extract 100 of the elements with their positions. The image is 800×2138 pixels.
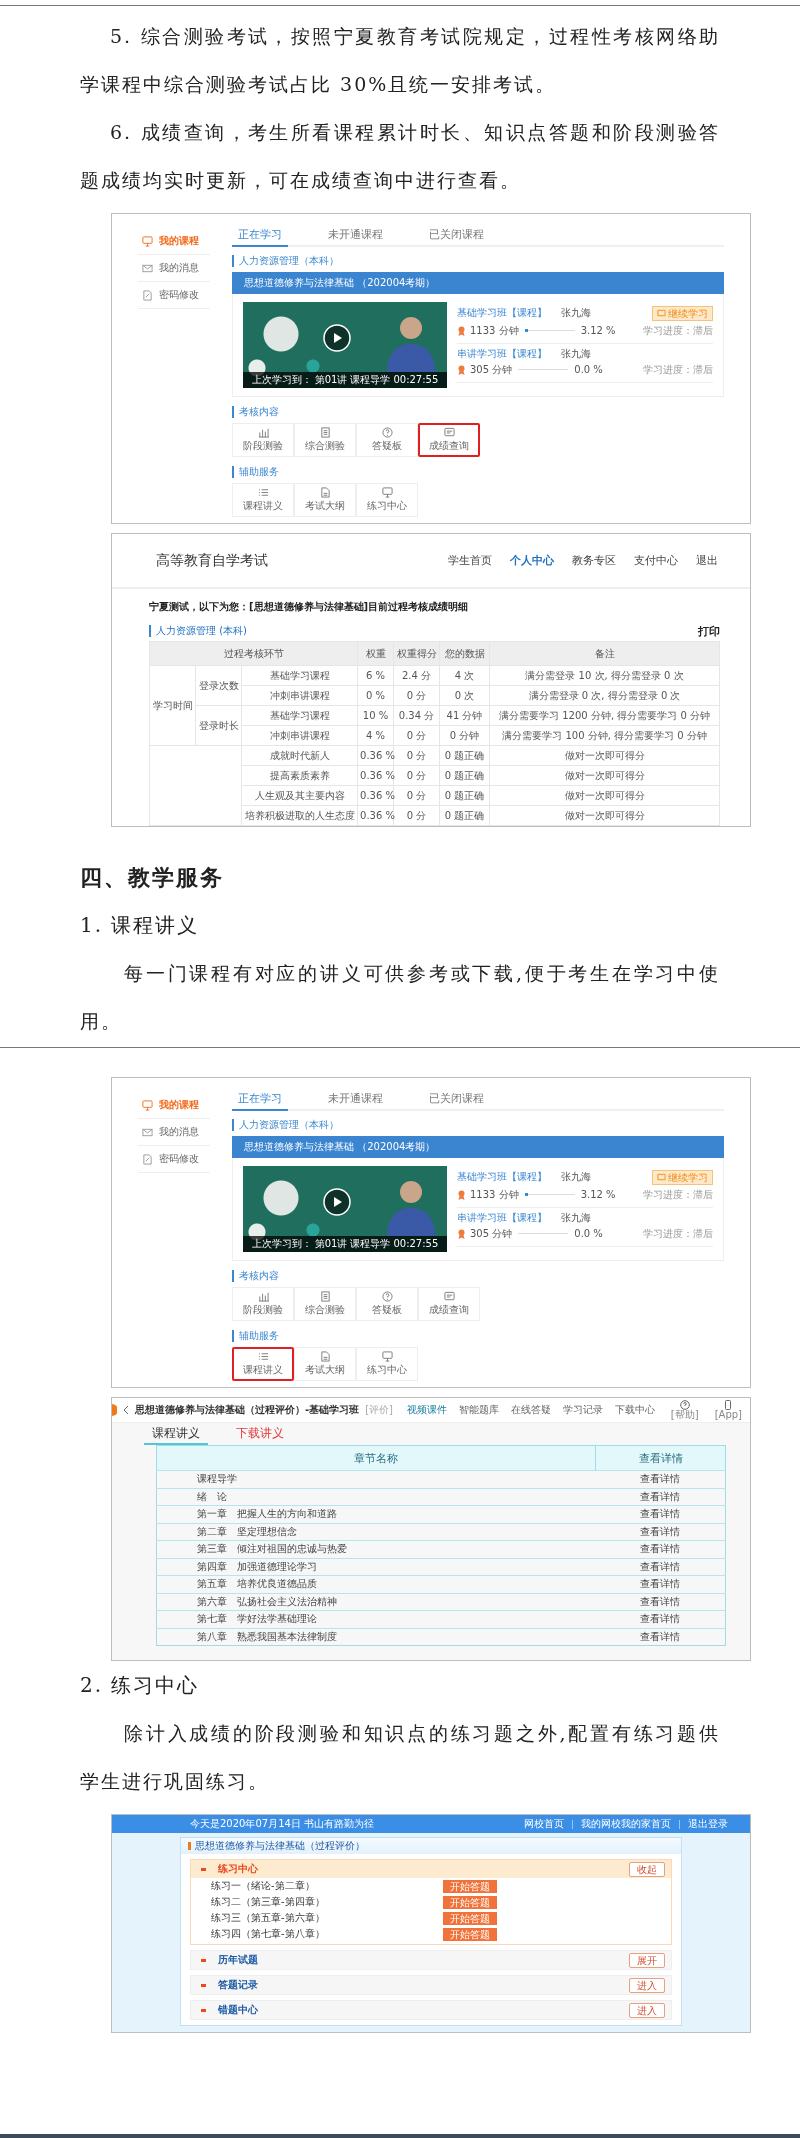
feature-tile[interactable]: 课程讲义 (232, 482, 294, 517)
tab[interactable]: 正在学习 (232, 228, 288, 247)
details-link[interactable]: 查看详情 (595, 1575, 726, 1594)
section-title: 人力资源管理（本科） (232, 1118, 339, 1131)
message-icon (443, 427, 455, 439)
exercise-name: 练习四（第七章-第八章） (211, 1928, 326, 1941)
course-title-bar: 思想道德修养与法律基础 （202004考期） (232, 271, 724, 294)
table-cell: 4 次 (439, 665, 490, 686)
class-link[interactable]: 串讲学习班【课程】 (457, 1211, 547, 1224)
nav-link[interactable]: 学习记录 (562, 1403, 603, 1416)
video-thumbnail[interactable]: 上次学习到： 第01讲 课程导学 00:27:55 (243, 301, 447, 388)
feature-tile[interactable]: 考试大纲 (294, 482, 356, 517)
table-cell: 做对一次即可得分 (489, 765, 720, 786)
help-icon (679, 1399, 690, 1410)
toolbar-button[interactable]: [App] (714, 1399, 742, 1420)
tab[interactable]: 未开通课程 (322, 228, 389, 247)
top-link[interactable]: 我的网校我的家首页 (581, 1818, 671, 1831)
monitor-icon (142, 1099, 153, 1111)
top-link[interactable]: 退出登录 (688, 1818, 728, 1831)
progress-status: 学习进度：滞后 (643, 1188, 713, 1201)
sidebar-item[interactable]: 密码修改 (138, 282, 210, 309)
nav-link[interactable]: 视频课件 (406, 1403, 447, 1416)
feature-tile[interactable]: 练习中心 (356, 1346, 418, 1381)
teacher-name: 张九海 (561, 347, 591, 360)
book-icon (657, 309, 666, 318)
table-cell: 第五章 培养优良道德品质 (156, 1575, 596, 1594)
nav-link[interactable]: 在线答疑 (510, 1403, 551, 1416)
table-cell: 培养积极进取的人生态度 (241, 805, 358, 826)
feature-tile[interactable]: 答疑板 (356, 1286, 418, 1321)
details-link[interactable]: 查看详情 (595, 1540, 726, 1559)
table-cell: 提高素质素养 (241, 765, 358, 786)
tab[interactable]: 未开通课程 (322, 1092, 389, 1111)
table-cell: 登录次数 (195, 665, 242, 706)
edit-icon (142, 289, 153, 301)
lesson-name: 课程导学 (350, 1237, 391, 1250)
details-link[interactable]: 查看详情 (595, 1593, 726, 1611)
feature-tile[interactable]: 阶段测验 (232, 1286, 294, 1321)
play-icon (323, 323, 351, 352)
nav-link[interactable]: 退出 (696, 553, 718, 567)
class-link[interactable]: 基础学习班【课程】 (457, 307, 547, 320)
table-cell: 第三章 倾注对祖国的忠诚与热爱 (156, 1540, 596, 1559)
study-minutes: 1133 分钟 (470, 1188, 519, 1201)
section-button[interactable]: 进入 (629, 2002, 665, 2018)
section-title: 考核内容 (232, 1269, 279, 1282)
sidebar-item[interactable]: 我的消息 (138, 1119, 210, 1147)
toolbar-button[interactable]: [帮助] (670, 1399, 699, 1420)
study-minutes: 305 分钟 (470, 363, 513, 376)
tab[interactable]: 下载讲义 (228, 1422, 292, 1446)
sidebar-item[interactable]: 我的消息 (138, 255, 210, 282)
class-link[interactable]: 串讲学习班【课程】 (457, 347, 547, 360)
subheading: 1. 课程讲义 (80, 912, 201, 940)
feature-tile[interactable]: 成绩查询 (418, 1286, 480, 1321)
table-cell: 0 题正确 (439, 745, 490, 766)
details-link[interactable]: 查看详情 (595, 1505, 726, 1524)
video-thumbnail[interactable]: 上次学习到： 第01讲 课程导学 00:27:55 (243, 1165, 447, 1252)
top-link[interactable]: 网校首页 (524, 1818, 564, 1831)
nav-link[interactable]: 个人中心 (510, 553, 554, 567)
exercise-name: 练习二（第三章-第四章） (211, 1896, 326, 1909)
nav-link[interactable]: 支付中心 (634, 553, 678, 567)
feature-tile[interactable]: 成绩查询 (418, 422, 480, 457)
section-heading: 练习中心 (218, 1863, 258, 1876)
back-chevron-icon (123, 1404, 129, 1415)
print-link[interactable]: 打印 (698, 624, 720, 638)
details-link[interactable]: 查看详情 (595, 1558, 726, 1576)
nav-link[interactable]: 智能题库 (458, 1403, 499, 1416)
nav-link[interactable]: 教务专区 (572, 553, 616, 567)
table-cell: 学习时间 (149, 665, 196, 746)
feature-tile[interactable]: 练习中心 (356, 482, 418, 517)
table-cell: 4 % (357, 725, 394, 746)
details-link[interactable]: 查看详情 (595, 1628, 726, 1646)
details-link[interactable]: 查看详情 (595, 1488, 726, 1506)
tab[interactable]: 已关闭课程 (423, 1092, 490, 1111)
nav-link[interactable]: 下载中心 (614, 1403, 655, 1416)
feature-tile[interactable]: 综合测验 (294, 422, 356, 457)
sidebar-item[interactable]: 密码修改 (138, 1146, 210, 1174)
feature-tile[interactable]: 答疑板 (356, 422, 418, 457)
last-study-label: 上次学习到： (251, 1237, 312, 1250)
tab[interactable]: 已关闭课程 (423, 228, 490, 247)
tab[interactable]: 正在学习 (232, 1092, 288, 1111)
nav-link[interactable]: 学生首页 (448, 553, 492, 567)
feature-tile[interactable]: 考试大纲 (294, 1346, 356, 1381)
feature-tile[interactable]: 课程讲义 (232, 1346, 294, 1381)
section-heading: 答题记录 (218, 1979, 258, 1992)
section-button[interactable]: 展开 (629, 1952, 665, 1968)
table-cell: 0 % (357, 685, 394, 706)
table-cell: 0.36 % (357, 765, 394, 786)
book-icon (657, 1173, 666, 1182)
section-button[interactable]: 收起 (629, 1861, 665, 1877)
details-link[interactable]: 查看详情 (595, 1610, 726, 1629)
feature-tile[interactable]: 阶段测验 (232, 422, 294, 457)
details-link[interactable]: 查看详情 (595, 1470, 726, 1489)
progress-percent: 0.0 % (574, 363, 603, 376)
feature-tile[interactable]: 综合测验 (294, 1286, 356, 1321)
monitor-icon (142, 235, 153, 247)
column-header: 权重得分 (393, 641, 440, 666)
class-link[interactable]: 基础学习班【课程】 (457, 1171, 547, 1184)
table-cell: 满分需登录 0 次, 得分需登录 0 次 (489, 685, 720, 706)
table-cell: 0 题正确 (439, 785, 490, 806)
details-link[interactable]: 查看详情 (595, 1523, 726, 1541)
section-button[interactable]: 进入 (629, 1977, 665, 1993)
